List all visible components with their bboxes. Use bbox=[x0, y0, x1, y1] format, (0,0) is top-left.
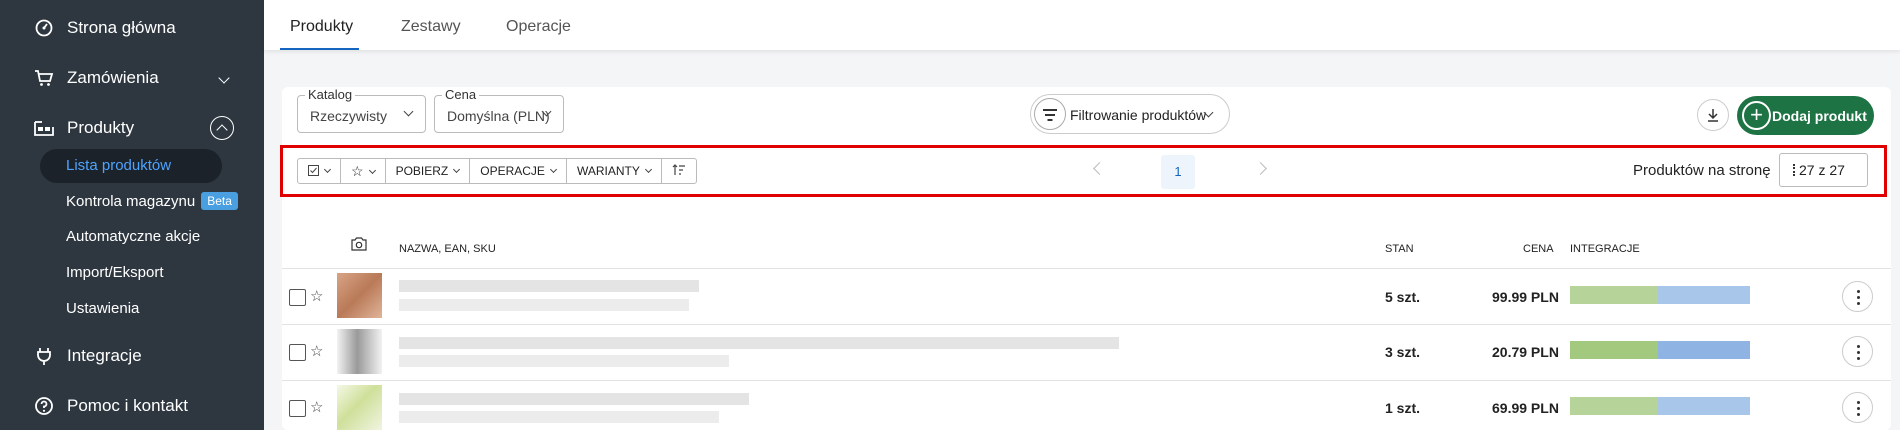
product-name-redacted bbox=[399, 280, 699, 292]
integration-badges bbox=[1570, 286, 1750, 304]
cart-icon bbox=[35, 70, 54, 86]
column-header-integrations: INTEGRACJE bbox=[1570, 243, 1640, 255]
bulk-toolbar: ☆ POBIERZ OPERACJE WARIANTY bbox=[297, 158, 697, 184]
price-value: 69.99 PLN bbox=[1492, 400, 1559, 416]
sidebar-item-auto-actions[interactable]: Automatyczne akcje bbox=[66, 228, 200, 245]
product-ean-redacted bbox=[399, 299, 689, 311]
row-checkbox[interactable] bbox=[289, 400, 306, 417]
row-checkbox[interactable] bbox=[289, 344, 306, 361]
help-icon bbox=[35, 397, 53, 415]
star-icon[interactable]: ☆ bbox=[310, 287, 323, 305]
star-icon: ☆ bbox=[351, 163, 364, 179]
drag-handle-icon bbox=[1793, 164, 1796, 176]
per-page-value: 27 z 27 bbox=[1799, 162, 1845, 178]
chevron-down-icon bbox=[218, 72, 230, 84]
favorites-dropdown[interactable]: ☆ bbox=[341, 159, 386, 183]
per-page-label: Produktów na stronę bbox=[1633, 162, 1771, 179]
price-label: Cena bbox=[442, 87, 480, 102]
add-product-button[interactable]: + Dodaj produkt bbox=[1737, 96, 1874, 135]
plus-icon: + bbox=[1742, 101, 1771, 130]
nav-help[interactable]: Pomoc i kontakt bbox=[0, 386, 264, 426]
top-tab-bar: Produkty Zestawy Operacje bbox=[264, 0, 1900, 50]
catalog-select[interactable]: Katalog Rzeczywisty bbox=[297, 87, 426, 133]
product-name-redacted bbox=[399, 337, 1119, 349]
nav-integrations[interactable]: Integracje bbox=[0, 336, 264, 376]
price-select[interactable]: Cena Domyślna (PLN) bbox=[434, 87, 564, 133]
filter-products-label: Filtrowanie produktów bbox=[1070, 107, 1207, 123]
row-divider bbox=[282, 380, 1891, 381]
nav-help-label: Pomoc i kontakt bbox=[67, 396, 188, 415]
page-number[interactable]: 1 bbox=[1161, 155, 1195, 189]
tab-sets[interactable]: Zestawy bbox=[401, 18, 461, 36]
checkbox-icon bbox=[308, 165, 319, 176]
operations-dropdown[interactable]: OPERACJE bbox=[470, 159, 567, 183]
integration-badges bbox=[1570, 397, 1750, 415]
price-value: 20.79 PLN bbox=[1492, 344, 1559, 360]
add-product-label: Dodaj produkt bbox=[1772, 108, 1867, 124]
filter-icon bbox=[1034, 98, 1066, 130]
nav-home-label: Strona główna bbox=[67, 18, 176, 37]
camera-icon bbox=[351, 237, 367, 251]
tab-products[interactable]: Produkty bbox=[290, 18, 353, 36]
warehouse-icon bbox=[34, 121, 54, 136]
download-dropdown-label: POBIERZ bbox=[395, 164, 449, 178]
product-name-redacted bbox=[399, 393, 749, 405]
chevron-up-icon[interactable] bbox=[210, 116, 234, 140]
row-divider bbox=[282, 268, 1891, 269]
nav-orders[interactable]: Zamówienia bbox=[0, 58, 264, 98]
price-value: 99.99 PLN bbox=[1492, 289, 1559, 305]
sidebar-item-settings[interactable]: Ustawienia bbox=[66, 300, 139, 317]
download-button[interactable] bbox=[1697, 99, 1729, 131]
sidebar: Strona główna Zamówienia Produkty Lista … bbox=[0, 0, 264, 430]
row-divider bbox=[282, 324, 1891, 325]
product-ean-redacted bbox=[399, 355, 729, 367]
nav-products[interactable]: Produkty bbox=[0, 108, 264, 148]
tab-operations[interactable]: Operacje bbox=[506, 18, 571, 36]
dashboard-icon bbox=[35, 19, 53, 37]
row-menu-button[interactable] bbox=[1842, 281, 1873, 312]
sort-button[interactable] bbox=[662, 159, 696, 183]
chevron-down-icon bbox=[403, 106, 414, 117]
nav-integrations-label: Integracje bbox=[67, 346, 142, 365]
price-value: Domyślna (PLN) bbox=[447, 108, 550, 124]
sort-icon bbox=[672, 164, 685, 175]
select-all-dropdown[interactable] bbox=[298, 159, 341, 183]
products-card bbox=[282, 87, 1891, 430]
sidebar-item-product-list[interactable]: Lista produktów bbox=[40, 149, 222, 183]
download-dropdown[interactable]: POBIERZ bbox=[386, 159, 471, 183]
product-thumbnail bbox=[337, 385, 382, 430]
row-menu-button[interactable] bbox=[1842, 392, 1873, 423]
star-icon[interactable]: ☆ bbox=[310, 398, 323, 416]
sidebar-item-stock-control-label: Kontrola magazynu bbox=[66, 193, 196, 210]
catalog-label: Katalog bbox=[305, 87, 356, 102]
variants-dropdown-label: WARIANTY bbox=[576, 164, 640, 178]
row-checkbox[interactable] bbox=[289, 289, 306, 306]
per-page-select[interactable]: 27 z 27 bbox=[1779, 153, 1868, 187]
column-header-name[interactable]: NAZWA, EAN, SKU bbox=[399, 243, 496, 255]
stock-value: 5 szt. bbox=[1385, 289, 1421, 305]
operations-dropdown-label: OPERACJE bbox=[480, 164, 545, 178]
download-icon bbox=[1708, 109, 1718, 122]
nav-home[interactable]: Strona główna bbox=[0, 8, 264, 48]
star-icon[interactable]: ☆ bbox=[310, 342, 323, 360]
nav-orders-label: Zamówienia bbox=[67, 68, 159, 87]
stock-value: 3 szt. bbox=[1385, 344, 1421, 360]
stock-value: 1 szt. bbox=[1385, 400, 1421, 416]
sidebar-item-import-export[interactable]: Import/Eksport bbox=[66, 264, 164, 281]
plug-icon bbox=[37, 348, 51, 365]
sidebar-item-stock-control[interactable]: Kontrola magazynu Beta bbox=[66, 192, 238, 210]
catalog-value: Rzeczywisty bbox=[310, 108, 388, 124]
active-tab-indicator bbox=[280, 48, 359, 50]
beta-badge: Beta bbox=[201, 192, 238, 210]
product-ean-redacted bbox=[399, 411, 719, 423]
product-thumbnail bbox=[337, 329, 382, 374]
nav-products-label: Produkty bbox=[67, 118, 135, 137]
product-thumbnail bbox=[337, 273, 382, 318]
column-header-price[interactable]: CENA bbox=[1523, 243, 1554, 255]
column-header-stock[interactable]: STAN bbox=[1385, 243, 1414, 255]
variants-dropdown[interactable]: WARIANTY bbox=[567, 159, 662, 183]
integration-badges bbox=[1570, 341, 1750, 359]
row-menu-button[interactable] bbox=[1842, 336, 1873, 367]
filter-products-button[interactable]: Filtrowanie produktów bbox=[1030, 94, 1230, 134]
